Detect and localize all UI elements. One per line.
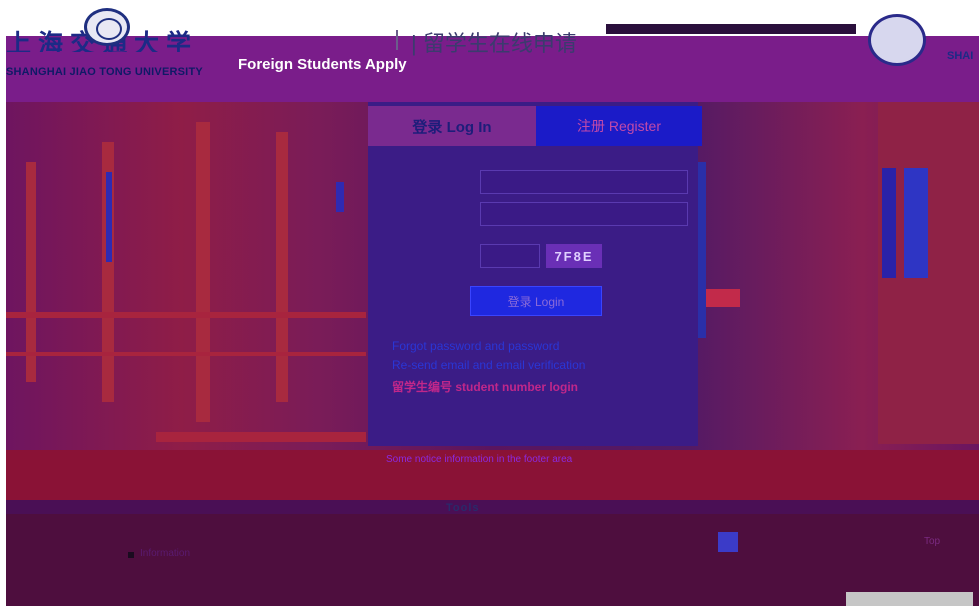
scene-column <box>276 132 288 402</box>
site-subtitle-en: Foreign Students Apply <box>238 56 407 73</box>
university-logo-text[interactable]: 上海交通大学 <box>6 24 276 52</box>
university-emblem-icon[interactable] <box>84 8 130 46</box>
scene-shelf <box>6 312 366 318</box>
captcha-field[interactable] <box>480 244 540 268</box>
resend-verification-link[interactable]: Re-send email and email verification <box>392 358 585 372</box>
header-bar <box>606 24 856 34</box>
site-subtitle-cn: | 留学生在线申请 <box>411 31 577 56</box>
email-field[interactable] <box>480 170 688 194</box>
password-field[interactable] <box>480 202 688 226</box>
university-name-en: SHANGHAI JIAO TONG UNIVERSITY <box>6 66 203 78</box>
captcha-image[interactable]: 7F8E <box>546 244 602 268</box>
tab-register[interactable]: 注册 Register <box>536 106 702 146</box>
side-decoration <box>878 102 979 444</box>
footer-link[interactable]: Information <box>140 548 190 559</box>
auth-tabs: 登录 Log In 注册 Register <box>368 106 704 146</box>
university-emblem-right-icon <box>868 14 926 66</box>
login-button[interactable]: 登录 Login <box>470 286 602 316</box>
scene-shelf <box>156 432 366 442</box>
side-window <box>904 168 928 278</box>
university-name-right: SHAI <box>947 50 974 62</box>
header-divider <box>396 30 398 50</box>
footer-square-icon[interactable] <box>718 532 738 552</box>
bottom-scroll-tab[interactable] <box>846 592 973 606</box>
scene-column <box>196 122 210 422</box>
scene-book <box>336 182 344 212</box>
site-header: 上海交通大学 | 留学生在线申请 SHANGHAI JIAO TONG UNIV… <box>6 6 979 102</box>
decorative-stripe <box>706 289 740 307</box>
forgot-password-link[interactable]: Forgot password and password <box>392 339 559 353</box>
bullet-icon <box>128 552 134 558</box>
notice-text: Some notice information in the footer ar… <box>386 454 573 465</box>
side-window <box>882 168 896 278</box>
tab-login[interactable]: 登录 Log In <box>368 106 536 146</box>
back-to-top-link[interactable]: Top <box>924 536 940 547</box>
scene-book <box>106 172 112 262</box>
scene-column <box>26 162 36 382</box>
student-number-login-link[interactable]: 留学生编号 student number login <box>392 378 578 395</box>
decorative-stripe <box>698 162 706 338</box>
scene-shelf <box>6 352 366 356</box>
site-footer <box>6 514 979 606</box>
tools-label[interactable]: Tools <box>446 502 480 514</box>
page-frame: 上海交通大学 | 留学生在线申请 SHANGHAI JIAO TONG UNIV… <box>6 6 979 606</box>
